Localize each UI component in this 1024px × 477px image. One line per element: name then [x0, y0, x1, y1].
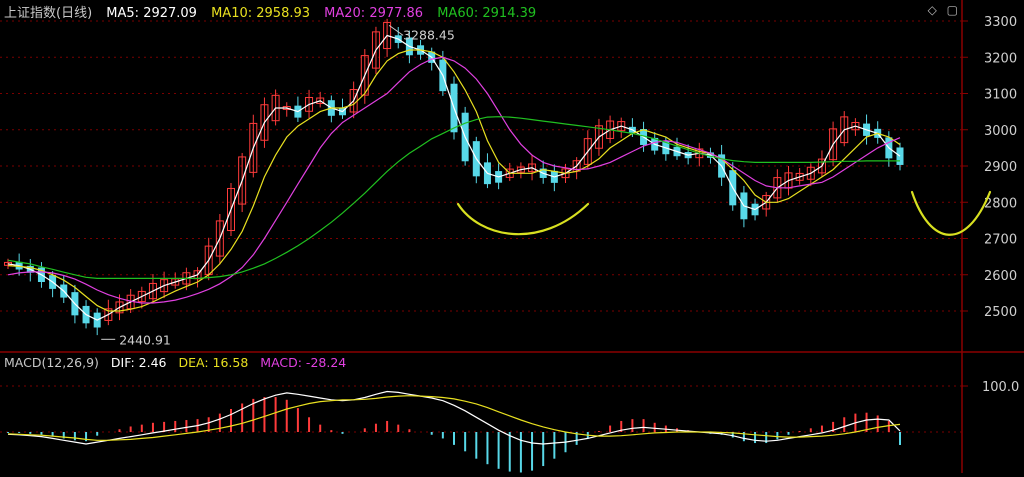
- diamond-icon[interactable]: ◇: [928, 3, 937, 17]
- high-pointer: [388, 24, 404, 36]
- legend-dif: DIF: 2.46: [110, 355, 167, 370]
- y-tick-label: 3200: [984, 51, 1017, 66]
- macd-title: MACD(12,26,9): [4, 355, 99, 370]
- hand-drawn-arc-right: [910, 190, 992, 236]
- maximize-icon[interactable]: ▢: [947, 3, 958, 17]
- legend-ma10: MA10: 2958.93: [211, 6, 311, 21]
- legend-ma60: MA60: 2914.39: [437, 6, 537, 21]
- y-tick-label: 2500: [984, 305, 1017, 320]
- chart-stage: 2500 2600 2700 2800 2900 3000 3100 3200 3300 100.…: [0, 0, 1024, 473]
- y-tick-label: 3300: [984, 15, 1017, 30]
- macd-y-tick-label: 100.0: [982, 380, 1019, 395]
- legend-dea: DEA: 16.58: [178, 355, 249, 370]
- stock-chart-svg: 2500 2600 2700 2800 2900 3000 3100 3200 3300 100.…: [0, 0, 1024, 473]
- macd-legend: MACD(12,26,9) DIF: 2.46 DEA: 16.58 MACD:…: [4, 355, 354, 371]
- y-tick-label: 2700: [984, 233, 1017, 248]
- legend-macd: MACD: -28.24: [260, 355, 347, 370]
- low-label: 2440.91: [119, 332, 171, 347]
- y-tick-label: 2800: [984, 196, 1017, 211]
- legend-ma20: MA20: 2977.86: [324, 6, 424, 21]
- legend-ma5: MA5: 2927.09: [106, 6, 197, 21]
- y-tick-label: 2900: [984, 160, 1017, 175]
- price-legend: 上证指数(日线) MA5: 2927.09 MA10: 2958.93 MA20…: [4, 2, 546, 21]
- y-tick-label: 3000: [984, 124, 1017, 139]
- y-tick-label: 3100: [984, 88, 1017, 103]
- y-tick-label: 2600: [984, 269, 1017, 284]
- high-label: 3288.45: [403, 27, 455, 42]
- candles-group: [4, 18, 904, 336]
- hand-drawn-arc-left: [456, 202, 590, 236]
- window-controls: ◇ ▢: [922, 3, 958, 17]
- candle-body: [896, 147, 904, 165]
- chart-title: 上证指数(日线): [4, 6, 93, 21]
